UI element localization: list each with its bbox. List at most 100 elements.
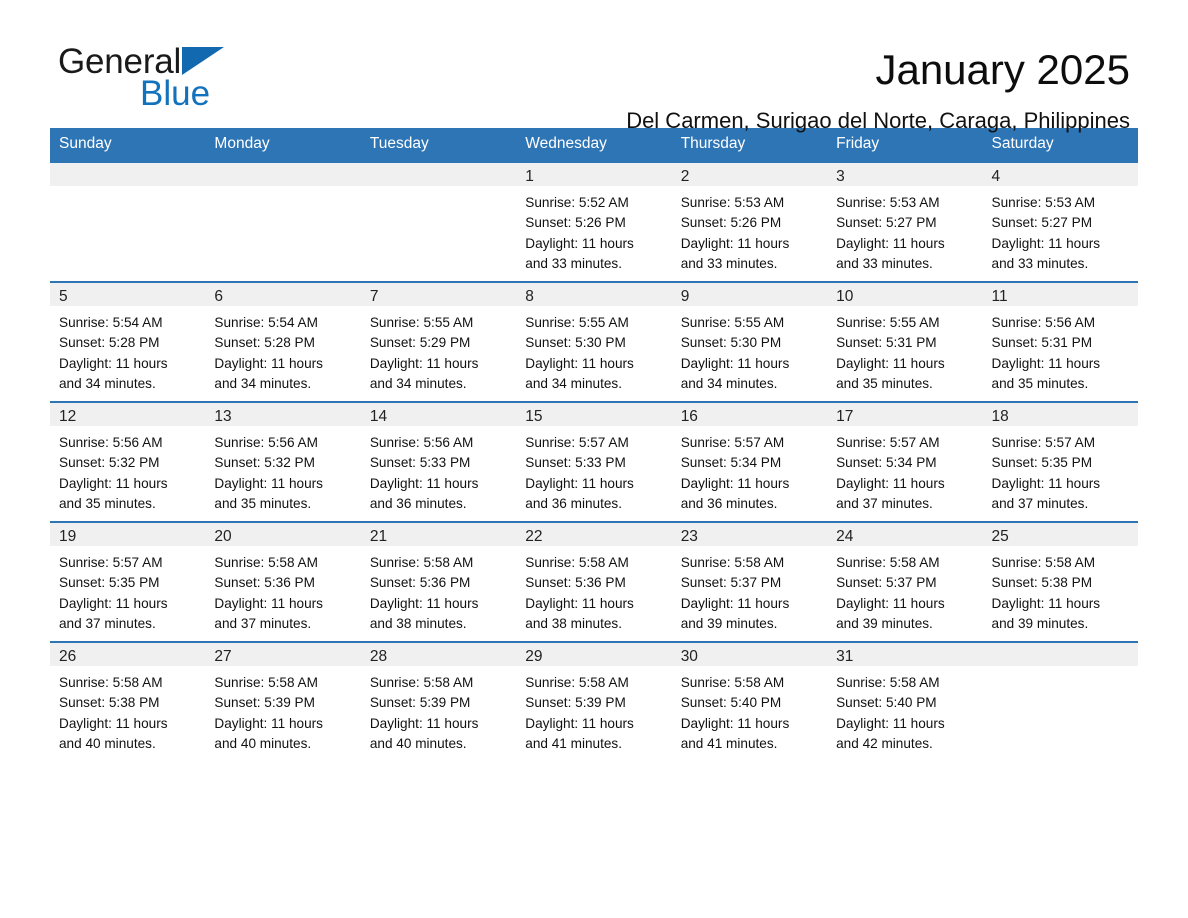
calendar-day-cell[interactable]: 30 Sunrise: 5:58 AM Sunset: 5:40 PM Dayligh… [671,641,828,761]
day-number [982,643,1138,666]
day-detail-daylight2: and 35 minutes. [836,375,933,391]
day-details: Sunrise: 5:57 AM Sunset: 5:35 PM Daylight:… [983,426,1138,514]
day-number: 31 [827,643,983,666]
day-number: 15 [516,403,672,426]
calendar-day-cell[interactable]: 26 Sunrise: 5:58 AM Sunset: 5:38 PM Dayligh… [50,641,206,761]
calendar-day-cell[interactable]: 6 Sunrise: 5:54 AM Sunset: 5:28 PM Daylight… [205,281,361,402]
day-detail-sunrise: Sunrise: 5:52 AM [525,195,629,210]
calendar-day-cell[interactable]: 4 Sunrise: 5:53 AM Sunset: 5:27 PM Daylight… [982,161,1138,282]
day-detail-sunrise: Sunrise: 5:53 AM [991,195,1096,210]
calendar-day-cell[interactable]: 2 Sunrise: 5:53 AM Sunset: 5:26 PM Daylight… [671,161,828,282]
calendar-day-cell[interactable]: 15 Sunrise: 5:57 AM Sunset: 5:33 PM Dayligh… [516,401,672,522]
calendar-day-cell[interactable]: 16 Sunrise: 5:57 AM Sunset: 5:34 PM Dayligh… [671,401,828,522]
day-detail-sunset: Sunset: 5:26 PM [525,215,626,231]
calendar-empty-cell [205,161,361,282]
day-details: Sunrise: 5:58 AM Sunset: 5:38 PM Daylight:… [50,666,205,754]
day-detail-sunset: Sunset: 5:38 PM [991,575,1093,591]
calendar-day-cell[interactable]: 5 Sunrise: 5:54 AM Sunset: 5:28 PM Daylight… [50,281,206,402]
calendar-day-cell[interactable]: 29 Sunrise: 5:58 AM Sunset: 5:39 PM Dayligh… [516,641,672,761]
calendar-day-cell[interactable]: 21 Sunrise: 5:58 AM Sunset: 5:36 PM Dayligh… [360,521,517,642]
day-detail-daylight1: Daylight: 11 hours [59,595,168,611]
calendar-day-cell[interactable]: 24 Sunrise: 5:58 AM Sunset: 5:37 PM Dayligh… [827,521,983,642]
calendar-day-cell[interactable]: 8 Sunrise: 5:55 AM Sunset: 5:30 PM Daylight… [516,281,672,402]
page-subtitle: Del Carmen, Surigao del Norte, Caraga, P… [626,108,1130,133]
day-details: Sunrise: 5:53 AM Sunset: 5:26 PM Daylight:… [672,186,827,274]
day-detail-sunrise: Sunrise: 5:58 AM [59,675,163,690]
day-details: Sunrise: 5:58 AM Sunset: 5:40 PM Daylight:… [827,666,982,754]
day-details: Sunrise: 5:58 AM Sunset: 5:37 PM Daylight:… [672,546,827,634]
day-detail-daylight1: Daylight: 11 hours [991,475,1101,491]
day-number: 3 [827,163,983,186]
day-number [360,163,517,186]
day-detail-sunrise: Sunrise: 5:58 AM [214,675,318,690]
day-detail-daylight2: and 35 minutes. [991,375,1089,391]
day-number: 8 [516,283,672,306]
calendar-day-cell[interactable]: 9 Sunrise: 5:55 AM Sunset: 5:30 PM Daylight… [671,281,828,402]
day-detail-sunrise: Sunrise: 5:57 AM [525,435,629,450]
day-detail-sunrise: Sunrise: 5:57 AM [836,435,940,450]
page-header: General Blue January 2025 Del Carmen, Su… [50,0,1138,133]
day-details: Sunrise: 5:52 AM Sunset: 5:26 PM Daylight:… [516,186,671,274]
day-detail-daylight1: Daylight: 11 hours [369,715,479,731]
calendar-day-cell[interactable]: 25 Sunrise: 5:58 AM Sunset: 5:38 PM Dayligh… [982,521,1138,642]
day-detail-sunrise: Sunrise: 5:58 AM [836,555,940,570]
calendar-day-cell[interactable]: 22 Sunrise: 5:58 AM Sunset: 5:36 PM Dayligh… [516,521,672,642]
calendar-day-cell[interactable]: 11 Sunrise: 5:56 AM Sunset: 5:31 PM Dayligh… [982,281,1138,402]
day-detail-daylight2: and 40 minutes. [369,735,467,751]
day-detail-sunrise: Sunrise: 5:58 AM [369,555,474,570]
day-detail-sunrise: Sunrise: 5:55 AM [525,315,629,330]
day-detail-daylight1: Daylight: 11 hours [836,595,945,611]
day-detail-daylight1: Daylight: 11 hours [369,595,479,611]
day-detail-sunset: Sunset: 5:31 PM [991,335,1093,351]
calendar-day-cell[interactable]: 1 Sunrise: 5:52 AM Sunset: 5:26 PM Daylight… [516,161,672,282]
day-details: Sunrise: 5:55 AM Sunset: 5:30 PM Daylight:… [672,306,827,394]
day-number: 9 [671,283,828,306]
calendar-empty-cell [360,161,517,282]
day-detail-sunset: Sunset: 5:32 PM [59,455,160,471]
day-detail-daylight1: Daylight: 11 hours [680,595,790,611]
day-details: Sunrise: 5:57 AM Sunset: 5:34 PM Daylight:… [672,426,827,514]
day-detail-daylight1: Daylight: 11 hours [214,715,323,731]
day-detail-daylight1: Daylight: 11 hours [214,355,323,371]
day-number [50,163,206,186]
day-detail-daylight1: Daylight: 11 hours [836,475,945,491]
day-detail-daylight2: and 34 minutes. [680,375,778,391]
calendar-day-cell[interactable]: 10 Sunrise: 5:55 AM Sunset: 5:31 PM Dayligh… [827,281,983,402]
day-number: 10 [827,283,983,306]
calendar-day-cell[interactable]: 20 Sunrise: 5:58 AM Sunset: 5:36 PM Dayligh… [205,521,361,642]
day-detail-daylight1: Daylight: 11 hours [836,235,945,251]
calendar-day-cell[interactable]: 19 Sunrise: 5:57 AM Sunset: 5:35 PM Dayligh… [50,521,206,642]
calendar-day-cell[interactable]: 12 Sunrise: 5:56 AM Sunset: 5:32 PM Dayligh… [50,401,206,522]
day-number: 1 [516,163,672,186]
brand-logo[interactable]: General Blue [58,42,388,118]
day-number: 28 [360,643,517,666]
calendar-day-cell[interactable]: 3 Sunrise: 5:53 AM Sunset: 5:27 PM Daylight… [827,161,983,282]
day-detail-daylight2: and 36 minutes. [369,495,467,511]
day-detail-sunset: Sunset: 5:35 PM [59,575,160,591]
day-detail-daylight1: Daylight: 11 hours [59,715,168,731]
calendar-day-cell[interactable]: 14 Sunrise: 5:56 AM Sunset: 5:33 PM Dayligh… [360,401,517,522]
day-detail-sunset: Sunset: 5:26 PM [680,215,782,231]
day-detail-sunset: Sunset: 5:39 PM [214,695,315,711]
day-detail-daylight2: and 37 minutes. [991,495,1089,511]
calendar-day-cell[interactable]: 27 Sunrise: 5:58 AM Sunset: 5:39 PM Dayligh… [205,641,361,761]
day-number: 26 [50,643,206,666]
day-details: Sunrise: 5:56 AM Sunset: 5:31 PM Daylight:… [983,306,1138,394]
day-details: Sunrise: 5:56 AM Sunset: 5:32 PM Daylight:… [205,426,360,514]
calendar-day-cell[interactable]: 13 Sunrise: 5:56 AM Sunset: 5:32 PM Dayligh… [205,401,361,522]
calendar-day-cell[interactable]: 31 Sunrise: 5:58 AM Sunset: 5:40 PM Dayligh… [827,641,983,761]
calendar-day-cell[interactable]: 18 Sunrise: 5:57 AM Sunset: 5:35 PM Dayligh… [982,401,1138,522]
page-title: January 2025 [875,46,1130,93]
day-details: Sunrise: 5:57 AM Sunset: 5:35 PM Daylight:… [50,546,205,634]
day-number: 22 [516,523,672,546]
day-detail-daylight2: and 37 minutes. [59,615,156,631]
calendar-day-cell[interactable]: 23 Sunrise: 5:58 AM Sunset: 5:37 PM Dayligh… [671,521,828,642]
day-detail-sunset: Sunset: 5:27 PM [836,215,937,231]
day-detail-sunset: Sunset: 5:31 PM [836,335,937,351]
calendar-day-cell[interactable]: 17 Sunrise: 5:57 AM Sunset: 5:34 PM Dayligh… [827,401,983,522]
day-details: Sunrise: 5:58 AM Sunset: 5:39 PM Daylight:… [516,666,671,754]
day-details: Sunrise: 5:55 AM Sunset: 5:31 PM Daylight:… [827,306,982,394]
calendar-day-cell[interactable]: 7 Sunrise: 5:55 AM Sunset: 5:29 PM Daylight… [360,281,517,402]
calendar-day-cell[interactable]: 28 Sunrise: 5:58 AM Sunset: 5:39 PM Dayligh… [360,641,517,761]
day-number: 30 [671,643,828,666]
